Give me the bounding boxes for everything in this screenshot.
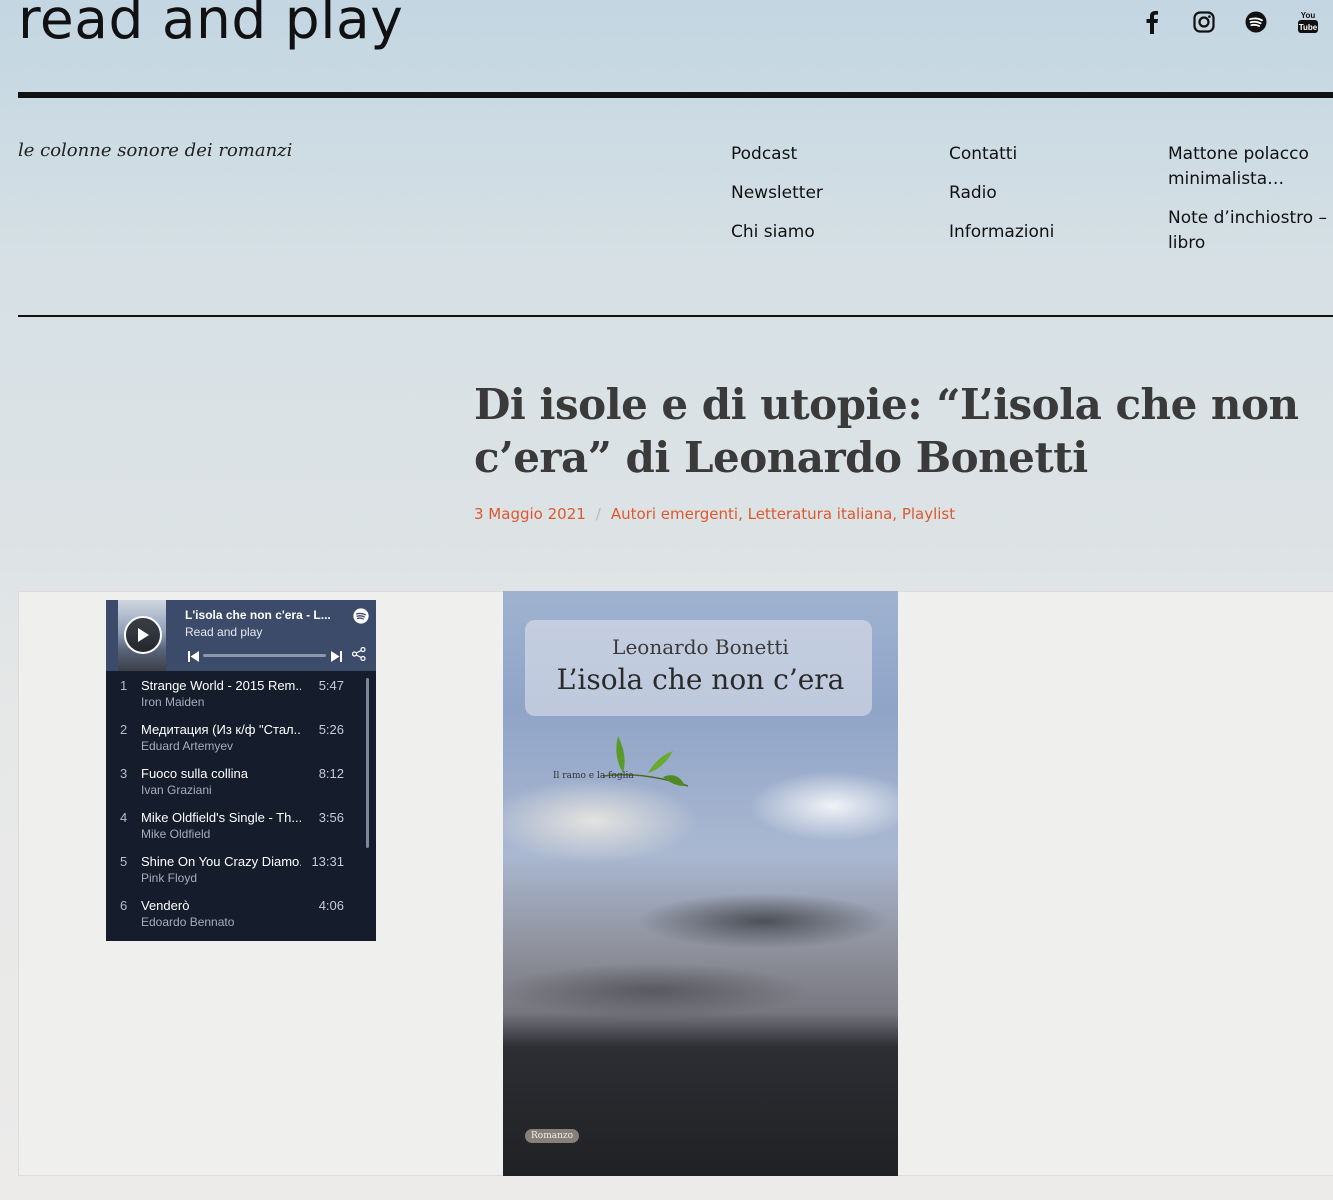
post-meta: 3 Maggio 2021/Autori emergenti, Letterat… xyxy=(474,505,956,523)
track-name: Venderò xyxy=(141,898,190,913)
header-divider xyxy=(18,92,1333,98)
nav-link-radio[interactable]: Radio xyxy=(949,181,1054,206)
playlist-author[interactable]: Read and play xyxy=(185,625,262,639)
instagram-icon[interactable] xyxy=(1191,9,1217,35)
track-duration: 8:12 xyxy=(318,766,344,781)
track-duration: 5:47 xyxy=(318,678,344,693)
nav-link-chi-siamo[interactable]: Chi siamo xyxy=(731,220,823,245)
social-links: You Tube xyxy=(1139,9,1321,35)
facebook-icon[interactable] xyxy=(1139,9,1165,35)
track-artist[interactable]: Edoardo Bennato xyxy=(141,915,234,929)
meta-separator: / xyxy=(595,505,601,523)
cover-title: L’isola che non c’era xyxy=(556,663,845,696)
track-number: 5 xyxy=(120,854,128,869)
track-name: Mike Oldfield's Single - Th... xyxy=(141,810,301,825)
cover-author: Leonardo Bonetti xyxy=(612,635,789,659)
track-artist[interactable]: Eduard Artemyev xyxy=(141,739,233,753)
track-artist[interactable]: Ivan Graziani xyxy=(141,783,212,797)
site-tagline: le colonne sonore dei romanzi xyxy=(18,140,293,161)
play-button[interactable] xyxy=(124,616,162,654)
track-list-scrollbar[interactable] xyxy=(366,678,369,848)
track-row[interactable]: 3 Fuoco sulla collina Ivan Graziani 8:12 xyxy=(106,764,368,808)
track-row[interactable]: 6 Venderò Edoardo Bennato 4:06 xyxy=(106,896,368,940)
progress-bar[interactable] xyxy=(203,654,326,657)
track-list: 1 Strange World - 2015 Rem... Iron Maide… xyxy=(106,676,368,940)
nav-column-1: Podcast Newsletter Chi siamo xyxy=(731,142,823,259)
spotify-icon[interactable] xyxy=(1243,9,1269,35)
nav-link-informazioni[interactable]: Informazioni xyxy=(949,220,1054,245)
nav-link-podcast[interactable]: Podcast xyxy=(731,142,823,167)
track-row[interactable]: 5 Shine On You Crazy Diamo... Pink Floyd… xyxy=(106,852,368,896)
category-autori-emergenti[interactable]: Autori emergenti xyxy=(611,505,738,523)
track-duration: 3:56 xyxy=(318,810,344,825)
nav-link-contatti[interactable]: Contatti xyxy=(949,142,1054,167)
track-number: 6 xyxy=(120,898,128,913)
nav-column-2: Contatti Radio Informazioni xyxy=(949,142,1054,259)
post-date[interactable]: 3 Maggio 2021 xyxy=(474,505,586,523)
track-name: Fuoco sulla collina xyxy=(141,766,248,781)
spotify-embed-player[interactable]: L'isola che non c'era - L... Read and pl… xyxy=(106,600,376,941)
svg-text:Tube: Tube xyxy=(1299,23,1318,32)
site-title[interactable]: read and play xyxy=(18,0,403,52)
leaf-branch-icon xyxy=(603,736,689,787)
svg-text:You: You xyxy=(1301,11,1316,20)
previous-track-icon[interactable] xyxy=(188,649,199,667)
nav-link-mattone-polacco[interactable]: Mattone polacco minimalista… xyxy=(1168,142,1333,192)
track-artist[interactable]: Mike Oldfield xyxy=(141,827,210,841)
track-name: Strange World - 2015 Rem... xyxy=(141,678,301,693)
player-header: L'isola che non c'era - L... Read and pl… xyxy=(106,600,376,671)
track-artist[interactable]: Pink Floyd xyxy=(141,871,197,885)
track-name: Медитация (Из к/ф "Стал... xyxy=(141,722,301,737)
track-number: 4 xyxy=(120,810,128,825)
track-row[interactable]: 1 Strange World - 2015 Rem... Iron Maide… xyxy=(106,676,368,720)
post-title: Di isole e di utopie: “L’isola che non c… xyxy=(474,380,1299,482)
nav-column-3: Mattone polacco minimalista… Note d’inch… xyxy=(1168,142,1333,270)
track-number: 2 xyxy=(120,722,128,737)
track-duration: 13:31 xyxy=(311,854,344,869)
next-track-icon[interactable] xyxy=(331,649,342,667)
nav-link-newsletter[interactable]: Newsletter xyxy=(731,181,823,206)
book-cover-image: Leonardo Bonetti L’isola che non c’era I… xyxy=(503,591,898,1176)
cover-publisher: Il ramo e la foglia xyxy=(553,771,634,781)
track-artist[interactable]: Iron Maiden xyxy=(141,695,204,709)
category-letteratura-italiana[interactable]: Letteratura italiana xyxy=(748,505,893,523)
cover-genre-badge: Romanzo xyxy=(525,1129,580,1143)
category-playlist[interactable]: Playlist xyxy=(902,505,955,523)
track-name: Shine On You Crazy Diamo... xyxy=(141,854,301,869)
share-icon[interactable] xyxy=(351,646,366,666)
nav-divider xyxy=(18,315,1333,317)
track-duration: 5:26 xyxy=(318,722,344,737)
youtube-icon[interactable]: You Tube xyxy=(1295,9,1321,35)
track-row[interactable]: 2 Медитация (Из к/ф "Стал... Eduard Arte… xyxy=(106,720,368,764)
track-number: 3 xyxy=(120,766,128,781)
nav-link-note-inchiostro[interactable]: Note d’inchiostro – libro xyxy=(1168,206,1333,256)
play-icon xyxy=(138,628,149,642)
spotify-logo-icon[interactable] xyxy=(353,608,369,624)
playlist-title[interactable]: L'isola che non c'era - L... xyxy=(185,608,345,622)
track-row[interactable]: 4 Mike Oldfield's Single - Th... Mike Ol… xyxy=(106,808,368,852)
track-duration: 4:06 xyxy=(318,898,344,913)
track-number: 1 xyxy=(120,678,128,693)
